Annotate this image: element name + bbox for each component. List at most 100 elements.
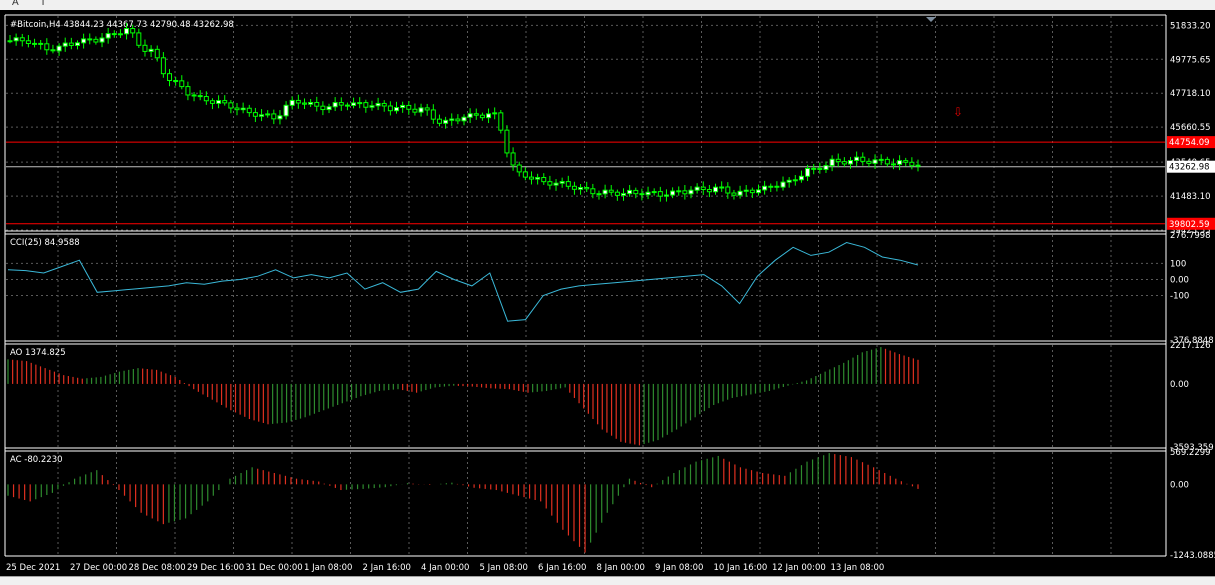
candle-body xyxy=(265,113,271,116)
candle-body xyxy=(209,100,215,104)
candle-body xyxy=(44,43,50,51)
candle-body xyxy=(344,104,350,107)
ac-axis-label: 0.00 xyxy=(1170,480,1189,490)
candle-body xyxy=(805,167,811,177)
candle-body xyxy=(915,164,921,167)
candle-body xyxy=(633,189,639,195)
candle-body xyxy=(608,189,614,193)
candle-body xyxy=(13,37,19,42)
chart-window[interactable]: #Bitcoin,H4 43844.23 44367.73 42790.48 4… xyxy=(0,10,1215,576)
candle-body xyxy=(449,118,455,121)
candle-body xyxy=(547,181,553,186)
candle-body xyxy=(725,186,731,194)
candle-body xyxy=(909,161,915,167)
candle-body xyxy=(663,194,669,197)
candle-body xyxy=(829,158,835,167)
candle-body xyxy=(154,48,160,59)
current-price-tag-label: 43262.98 xyxy=(1169,163,1210,173)
candle-body xyxy=(167,73,173,81)
candle-body xyxy=(142,44,148,52)
cci-axis-label: 276.7998 xyxy=(1170,231,1211,241)
candle-body xyxy=(565,181,571,187)
candle-body xyxy=(234,107,240,111)
cci-axis-label: 0.00 xyxy=(1170,275,1189,285)
candle-body xyxy=(363,102,369,108)
candle-body xyxy=(860,156,866,162)
candle-body xyxy=(461,116,467,122)
candle-body xyxy=(682,190,688,195)
candle-body xyxy=(737,190,743,196)
time-axis-label: 1 Jan 08:00 xyxy=(304,563,352,573)
time-axis-label: 2 Jan 16:00 xyxy=(363,563,411,573)
candle-body xyxy=(369,105,375,108)
candle-body xyxy=(774,185,780,188)
candle-body xyxy=(762,185,768,191)
candle-body xyxy=(602,189,608,195)
time-axis-label: 29 Dec 16:00 xyxy=(187,563,244,573)
time-axis-label: 12 Jan 00:00 xyxy=(772,563,826,573)
candle-body xyxy=(866,160,872,164)
candle-body xyxy=(271,113,277,120)
candle-body xyxy=(719,186,725,189)
candle-body xyxy=(884,158,890,165)
candle-body xyxy=(706,189,712,193)
candle-body xyxy=(203,96,209,102)
candle-body xyxy=(381,102,387,107)
candle-body xyxy=(510,152,516,166)
candle-body xyxy=(252,112,258,117)
candle-body xyxy=(19,37,25,42)
candle-body xyxy=(903,160,909,163)
toolbar-text-a[interactable]: A xyxy=(12,0,19,8)
time-axis-label: 25 Dec 2021 xyxy=(6,563,60,573)
candle-body xyxy=(277,115,283,120)
candle-body xyxy=(676,190,682,193)
candle-body xyxy=(639,193,645,196)
price-panel-header: #Bitcoin,H4 43844.23 44367.73 42790.48 4… xyxy=(10,20,234,30)
candle-body xyxy=(522,171,528,178)
price-axis-label: 41483.10 xyxy=(1170,192,1211,202)
toolbar-text-b[interactable]: T xyxy=(40,0,46,8)
candle-body xyxy=(430,109,436,120)
price-axis-label: 45660.55 xyxy=(1170,123,1211,133)
down-arrow-icon: ⇩ xyxy=(953,105,963,119)
candle-body xyxy=(240,107,246,111)
candle-body xyxy=(301,102,307,105)
time-axis-label: 8 Jan 00:00 xyxy=(597,563,645,573)
candle-body xyxy=(326,106,332,111)
candle-body xyxy=(68,42,74,46)
candle-body xyxy=(688,189,694,195)
candle-body xyxy=(105,33,111,39)
candle-body xyxy=(516,164,522,173)
candle-body xyxy=(216,100,222,104)
candle-body xyxy=(596,193,602,196)
candle-body xyxy=(559,181,565,184)
candle-body xyxy=(651,191,657,194)
candle-body xyxy=(295,99,301,104)
candle-body xyxy=(578,187,584,190)
candle-body xyxy=(308,101,314,105)
candle-body xyxy=(645,191,651,196)
candle-body xyxy=(81,38,87,44)
candle-body xyxy=(74,42,80,46)
candle-body xyxy=(130,28,136,34)
candle-body xyxy=(50,49,56,52)
candle-body xyxy=(786,179,792,183)
candle-body xyxy=(283,104,289,117)
candle-body xyxy=(375,102,381,107)
candle-body xyxy=(400,104,406,109)
ac-axis-label: -1243.0885 xyxy=(1170,551,1215,561)
candle-body xyxy=(222,100,228,104)
ao-axis-label: 2217.126 xyxy=(1170,341,1211,351)
candle-body xyxy=(694,186,700,191)
time-axis-label: 28 Dec 08:00 xyxy=(129,563,186,573)
cci-panel-header: CCI(25) 84.9588 xyxy=(10,238,80,248)
candle-body xyxy=(590,188,596,195)
candle-body xyxy=(32,42,38,45)
candle-body xyxy=(890,163,896,166)
candle-body xyxy=(173,79,179,82)
candle-body xyxy=(87,38,93,41)
candle-body xyxy=(492,112,498,115)
candle-body xyxy=(817,167,823,170)
candle-body xyxy=(627,189,633,195)
level-price-tag-label: 39802.59 xyxy=(1169,220,1210,230)
